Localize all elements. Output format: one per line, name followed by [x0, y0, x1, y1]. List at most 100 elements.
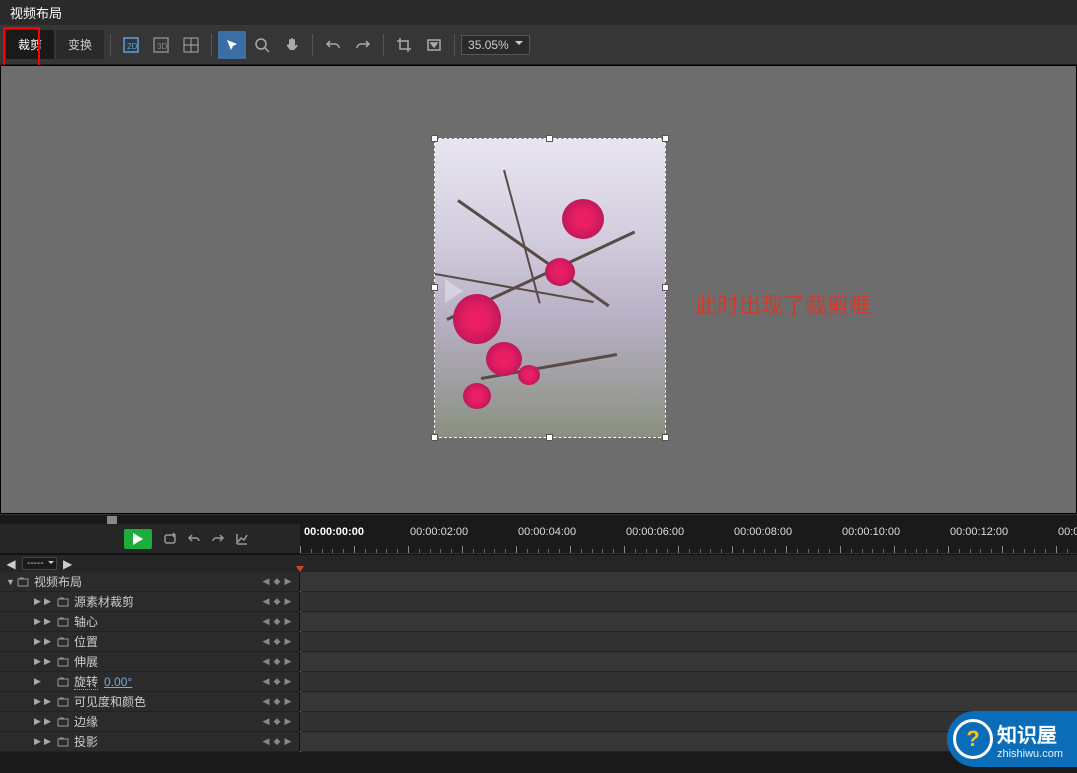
select-tool[interactable] — [218, 31, 246, 59]
next-keyframe[interactable]: ▶ — [283, 597, 293, 607]
add-keyframe[interactable]: ◆ — [272, 717, 282, 727]
add-keyframe[interactable]: ◆ — [272, 617, 282, 627]
preview-image — [435, 139, 665, 437]
add-keyframe[interactable]: ◆ — [272, 637, 282, 647]
track-lane[interactable] — [300, 632, 1077, 651]
track-row: ▶▶投影◀◆▶ — [0, 732, 1077, 752]
track-lane[interactable] — [300, 652, 1077, 671]
add-keyframe[interactable]: ◆ — [272, 577, 282, 587]
expand-toggle[interactable]: ▶ — [34, 596, 44, 607]
undo-button[interactable] — [319, 31, 347, 59]
scrub-bar[interactable] — [0, 514, 1077, 524]
sub-expand[interactable]: ▶ — [44, 616, 56, 627]
prev-keyframe[interactable]: ◀ — [261, 597, 271, 607]
prev-keyframe[interactable]: ◀ — [261, 737, 271, 747]
crop-handle-br[interactable] — [662, 434, 669, 441]
next-keyframe[interactable]: ▶ — [283, 657, 293, 667]
crop-tool[interactable] — [390, 31, 418, 59]
sub-expand[interactable]: ▶ — [44, 696, 56, 707]
sub-expand[interactable]: ▶ — [44, 656, 56, 667]
track-label[interactable]: 投影 — [74, 733, 261, 750]
track-label[interactable]: 可见度和颜色 — [74, 693, 261, 710]
track-lane[interactable] — [300, 672, 1077, 691]
sub-expand[interactable]: ▶ — [44, 716, 56, 727]
track-label[interactable]: 位置 — [74, 633, 261, 650]
track-label[interactable]: 伸展 — [74, 653, 261, 670]
prev-keyframe[interactable]: ◀ — [261, 637, 271, 647]
prev-frame-button[interactable]: ◀ — [4, 557, 18, 571]
grid-button[interactable] — [177, 31, 205, 59]
expand-toggle[interactable]: ▶ — [34, 736, 44, 747]
time-label-6: 00:00:12:00 — [950, 526, 1008, 538]
track-lane[interactable] — [300, 692, 1077, 711]
next-keyframe[interactable]: ▶ — [283, 677, 293, 687]
tab-crop[interactable]: 裁剪 — [6, 30, 54, 59]
expand-toggle[interactable]: ▶ — [34, 676, 44, 687]
crop-handle-tm[interactable] — [546, 135, 553, 142]
mode-2d-button[interactable]: 2D — [117, 31, 145, 59]
sub-expand[interactable]: ▶ — [44, 736, 56, 747]
expand-toggle[interactable]: ▶ — [34, 716, 44, 727]
scrub-handle[interactable] — [107, 516, 117, 524]
crop-handle-bm[interactable] — [546, 434, 553, 441]
expand-toggle[interactable]: ▶ — [34, 636, 44, 647]
redo-button[interactable] — [349, 31, 377, 59]
next-keyframe[interactable]: ▶ — [283, 617, 293, 627]
hand-tool[interactable] — [278, 31, 306, 59]
track-label[interactable]: 视频布局 — [34, 573, 261, 590]
zoom-select[interactable]: 35.05% — [461, 35, 530, 55]
redo-timeline[interactable] — [206, 527, 230, 551]
crop-handle-tl[interactable] — [431, 135, 438, 142]
next-keyframe[interactable]: ▶ — [283, 697, 293, 707]
add-keyframe[interactable]: ◆ — [272, 697, 282, 707]
prev-keyframe[interactable]: ◀ — [261, 697, 271, 707]
expand-toggle[interactable]: ▶ — [34, 696, 44, 707]
next-keyframe[interactable]: ▶ — [283, 637, 293, 647]
track-lane[interactable] — [300, 572, 1077, 591]
undo-timeline[interactable] — [182, 527, 206, 551]
sub-expand[interactable]: ▶ — [44, 636, 56, 647]
track-label[interactable]: 边缘 — [74, 713, 261, 730]
watermark: ? 知识屋 zhishiwu.com — [947, 711, 1077, 767]
expand-toggle[interactable]: ▼ — [6, 577, 16, 587]
prev-keyframe[interactable]: ◀ — [261, 677, 271, 687]
graph-button[interactable] — [230, 527, 254, 551]
crop-handle-tr[interactable] — [662, 135, 669, 142]
track-label[interactable]: 轴心 — [74, 613, 261, 630]
add-keyframe[interactable]: ◆ — [272, 597, 282, 607]
track-label[interactable]: 源素材裁剪 — [74, 593, 261, 610]
play-button[interactable] — [124, 529, 152, 549]
loop-button[interactable] — [158, 527, 182, 551]
prev-keyframe[interactable]: ◀ — [261, 577, 271, 587]
track-lane[interactable] — [300, 592, 1077, 611]
canvas-area[interactable]: 此时出现了裁剪框 — [0, 65, 1077, 514]
expand-toggle[interactable]: ▶ — [34, 656, 44, 667]
safe-area-button[interactable] — [420, 31, 448, 59]
zoom-tool[interactable] — [248, 31, 276, 59]
prev-keyframe[interactable]: ◀ — [261, 717, 271, 727]
crop-frame[interactable] — [434, 138, 666, 438]
next-keyframe[interactable]: ▶ — [283, 717, 293, 727]
crop-handle-bl[interactable] — [431, 434, 438, 441]
crop-handle-ml[interactable] — [431, 284, 438, 291]
prev-keyframe[interactable]: ◀ — [261, 617, 271, 627]
add-keyframe[interactable]: ◆ — [272, 657, 282, 667]
crop-handle-mr[interactable] — [662, 284, 669, 291]
track-row: ▶旋转0.00°◀◆▶ — [0, 672, 1077, 692]
time-ruler[interactable]: 00:00:00:00 00:00:02:00 00:00:04:00 00:0… — [300, 524, 1077, 554]
add-keyframe[interactable]: ◆ — [272, 677, 282, 687]
add-keyframe[interactable]: ◆ — [272, 737, 282, 747]
tab-transform[interactable]: 变换 — [56, 30, 104, 59]
rotation-value[interactable]: 0.00° — [104, 675, 132, 689]
next-keyframe[interactable]: ▶ — [283, 577, 293, 587]
expand-toggle[interactable]: ▶ — [34, 616, 44, 627]
prev-keyframe[interactable]: ◀ — [261, 657, 271, 667]
track-label[interactable]: 旋转0.00° — [74, 673, 261, 690]
track-row: ▶▶可见度和颜色◀◆▶ — [0, 692, 1077, 712]
track-lane[interactable] — [300, 612, 1077, 631]
next-keyframe[interactable]: ▶ — [283, 737, 293, 747]
mode-3d-button[interactable]: 3D — [147, 31, 175, 59]
rate-select[interactable]: ----- — [22, 557, 57, 570]
next-frame-button[interactable]: ▶ — [61, 557, 75, 571]
sub-expand[interactable]: ▶ — [44, 596, 56, 607]
